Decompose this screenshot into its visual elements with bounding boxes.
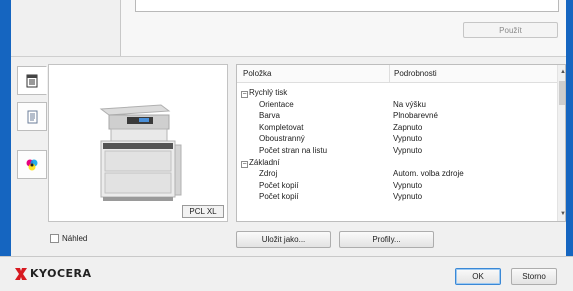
table-row[interactable]: Počet stran na listu Vypnuto [237,145,557,156]
document-list-icon [27,110,38,123]
printer-illustration [99,104,182,201]
collapse-icon[interactable]: − [241,91,248,98]
ok-button[interactable]: OK [455,268,501,285]
row-label-text: Kompletovat [259,122,304,132]
printer-preview-panel [48,64,228,222]
preview-toggle[interactable]: Náhled [50,234,87,243]
row-label-text: Základní [249,157,280,167]
tool-tab-document-list[interactable] [17,102,47,131]
column-header-item: Položka [243,69,272,78]
scroll-down-icon[interactable]: ▼ [560,211,565,217]
setting-label: Kompletovat [259,123,303,132]
table-row[interactable]: Barva Plnobarevné [237,110,557,121]
scroll-up-icon[interactable]: ▲ [560,69,565,75]
setting-value: Vypnuto [393,180,423,190]
setting-label: Orientace [259,100,294,109]
pdl-badge: PCL XL [182,205,224,218]
kyocera-logo: KYOCERA [15,267,92,280]
profile-tool-strip [17,66,47,181]
tool-tab-color[interactable] [17,150,47,179]
group-label: − Základní [241,158,280,168]
row-label-text: Počet kopií [259,192,299,202]
row-label-text: Zdroj [259,169,278,179]
top-divider [11,56,566,57]
table-row[interactable]: Zdroj Autom. volba zdroje [237,168,557,179]
settings-summary-table: Položka Podrobnosti − Rychlý tisk Orientac… [236,64,566,222]
top-text-field[interactable] [135,0,559,12]
row-label-text: Oboustranný [259,134,305,144]
brand-name: KYOCERA [30,267,92,280]
color-icon [26,159,38,170]
setting-label: Počet stran na listu [259,146,327,155]
setting-value: Vypnuto [393,134,423,144]
row-label-text: Orientace [259,99,294,109]
setting-label: Počet kopií [259,192,299,201]
printer-settings-icon [26,74,38,87]
row-label-text: Počet stran na listu [259,146,328,155]
save-as-button[interactable]: Uložit jako... [236,231,331,248]
column-divider [389,65,390,83]
table-header: Položka Podrobnosti [237,65,557,83]
setting-value: Plnobarevné [393,111,438,121]
table-scrollbar[interactable]: ▲ ▼ [557,65,565,221]
row-label-text: Rychlý tisk [249,88,288,97]
table-row[interactable]: Orientace Na výšku [237,99,557,110]
row-label-text: Barva [259,111,280,121]
table-row[interactable]: Počet kopií Vypnuto [237,180,557,191]
setting-value: Vypnuto [393,146,423,155]
column-header-details: Podrobnosti [394,69,437,78]
collapse-icon[interactable]: − [241,160,248,168]
setting-value: Na výšku [393,99,426,109]
setting-value: Autom. volba zdroje [393,169,464,179]
apply-button[interactable]: Použít [463,22,558,38]
table-group-row[interactable]: − Rychlý tisk [237,87,557,98]
preview-checkbox-label: Náhled [62,234,88,243]
setting-label: Barva [259,111,280,120]
setting-value: Zapnuto [393,122,423,132]
setting-value: Vypnuto [393,192,423,202]
row-label-text: Počet kopií [259,180,299,190]
table-group-row[interactable]: − Základní [237,157,557,168]
table-row[interactable]: Počet kopií Vypnuto [237,191,557,202]
scroll-thumb[interactable] [559,81,565,105]
table-row[interactable]: Kompletovat Zapnuto [237,122,557,133]
cancel-button[interactable]: Storno [511,268,557,285]
group-label: − Rychlý tisk [241,88,287,98]
setting-label: Zdroj [259,169,277,178]
table-row[interactable]: Oboustranný Vypnuto [237,133,557,144]
profiles-button[interactable]: Profily... [339,231,434,248]
preview-checkbox[interactable] [50,234,59,243]
kyocera-logo-mark-icon [15,267,27,280]
tool-tab-printer-settings[interactable] [17,66,47,95]
window-right-edge [566,0,573,256]
setting-label: Počet kopií [259,181,299,190]
setting-label: Oboustranný [259,134,305,143]
window-left-edge [0,0,11,256]
